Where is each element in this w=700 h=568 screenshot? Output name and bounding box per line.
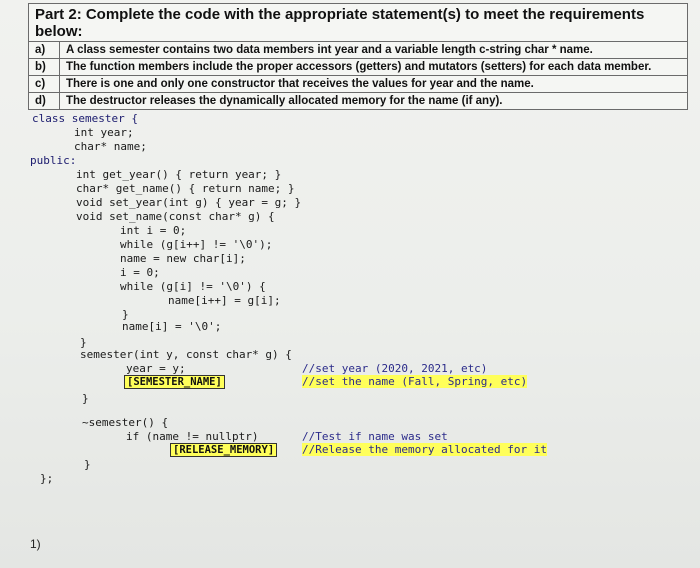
code-line-while-count: while (g[i++] != '\0'); [120, 238, 273, 251]
code-line-close-brace: } [82, 392, 89, 405]
code-line-class-end: }; [40, 472, 54, 485]
code-line-destructor: ~semester() { [82, 416, 169, 429]
code-line-int-i: int i = 0; [120, 224, 187, 237]
code-line-constructor: semester(int y, const char* g) { [80, 348, 292, 361]
code-line-public: public: [30, 154, 77, 167]
code-line-if-name: if (name != nullptr) [126, 430, 259, 443]
code-line-close-brace: } [84, 458, 91, 471]
code-line-get-name: char* get_name() { return name; } [76, 182, 295, 195]
code-line-year-assign: year = y; [126, 362, 186, 375]
code-line-year-member: int year; [74, 126, 134, 139]
code-line-name-member: char* name; [74, 140, 147, 153]
code-line-reset-i: i = 0; [120, 266, 160, 279]
comment-set-name: //set the name (Fall, Spring, etc) [302, 375, 528, 388]
comment-test-name: //Test if name was set [302, 430, 448, 443]
code-line-set-year: void set_year(int g) { year = g; } [76, 196, 302, 209]
code-line-copy-char: name[i++] = g[i]; [168, 294, 281, 307]
comment-release: //Release the memory allocated for it [302, 443, 548, 456]
code-line-new-char: name = new char[i]; [120, 252, 246, 265]
semester-name-placeholder: [SEMESTER_NAME] [124, 375, 225, 389]
code-line-get-year: int get_year() { return year; } [76, 168, 282, 181]
code-line-while-copy: while (g[i] != '\0') { [120, 280, 266, 293]
release-memory-placeholder: [RELEASE_MEMORY] [170, 443, 278, 457]
answer-number: 1) [30, 537, 41, 551]
comment-set-year: //set year (2020, 2021, etc) [302, 362, 488, 375]
code-line-set-name: void set_name(const char* g) { [76, 210, 275, 223]
code-listing: class semester { int year; char* name; p… [0, 0, 700, 568]
code-line-class-declaration: class semester { [32, 112, 138, 125]
code-line-null-terminate: name[i] = '\0'; [122, 320, 222, 333]
